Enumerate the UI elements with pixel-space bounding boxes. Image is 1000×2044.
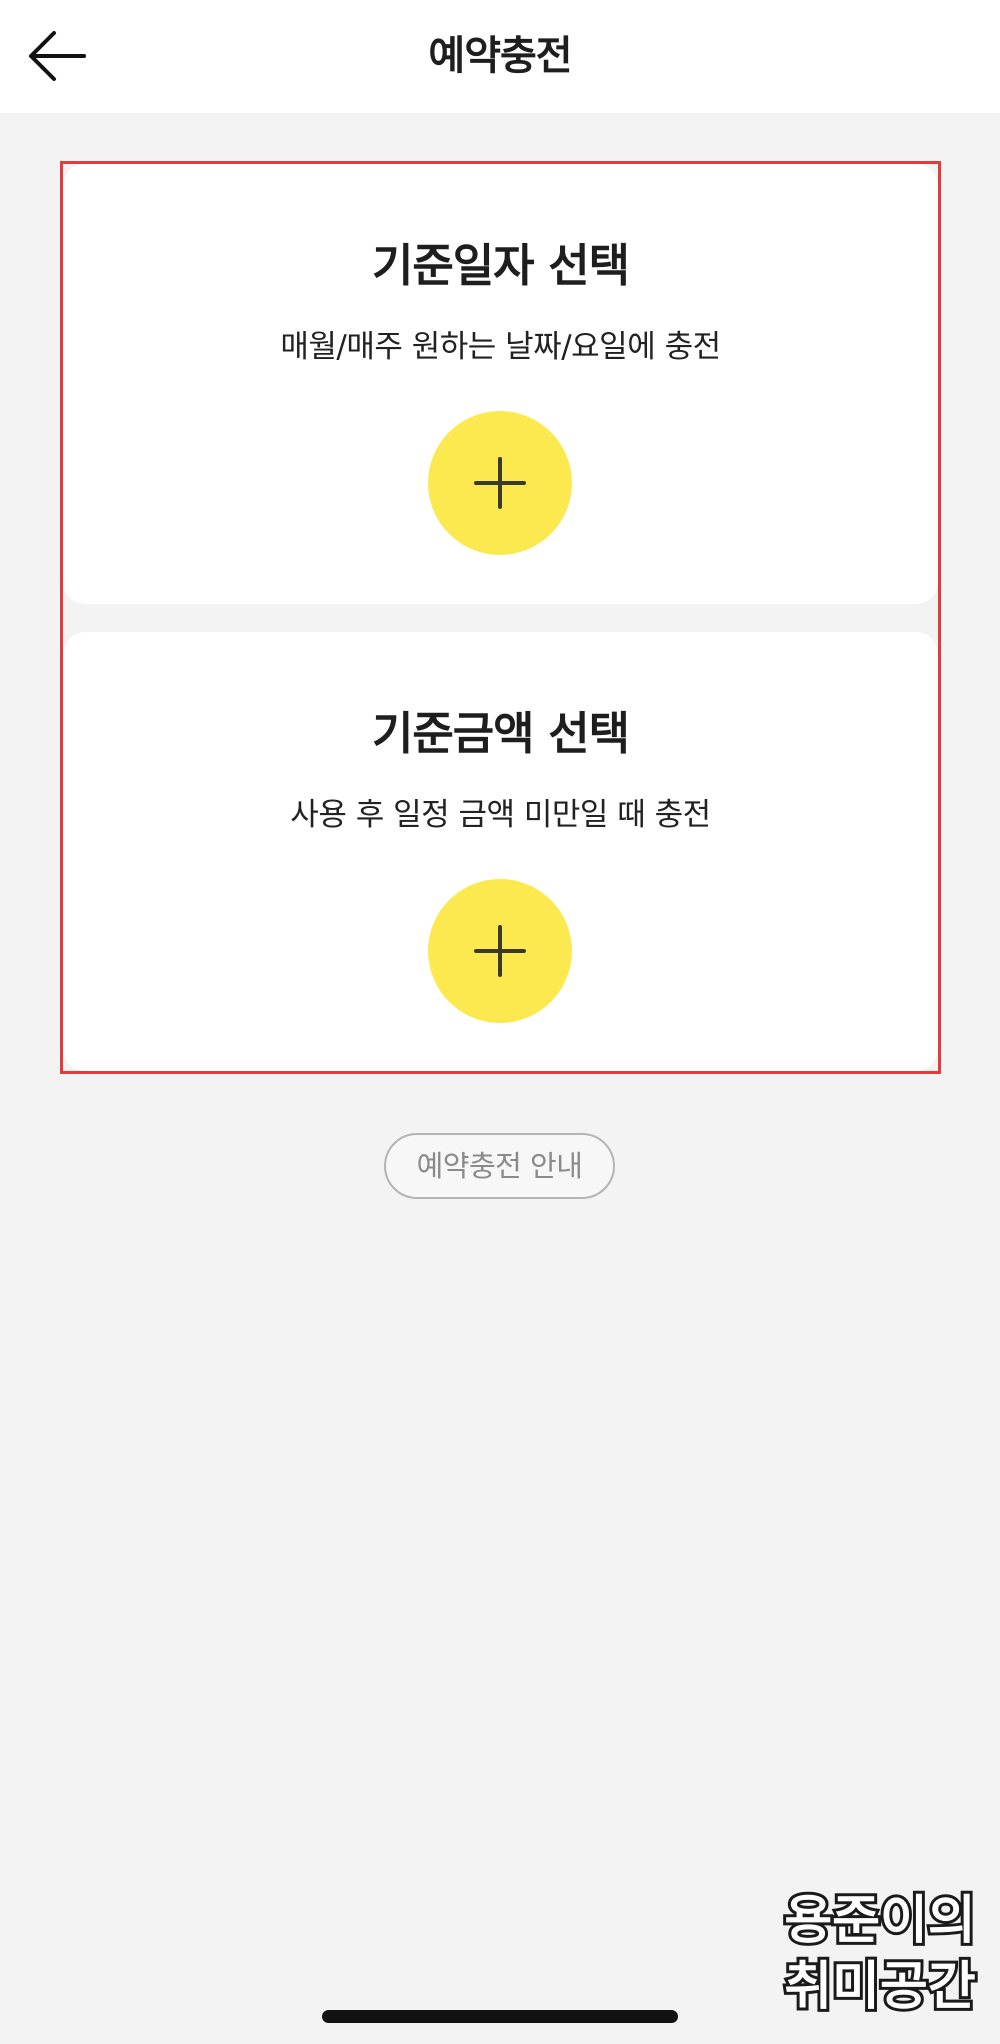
home-indicator (322, 2010, 678, 2023)
watermark-line-2: 취미공간 (784, 1957, 975, 2017)
card-title-date: 기준일자 선택 (371, 239, 630, 292)
card-title-amount: 기준금액 선택 (371, 707, 630, 760)
card-description-amount: 사용 후 일정 금액 미만일 때 충전 (290, 797, 711, 833)
watermark-logo: 용준이의 취미공간 (770, 1880, 990, 2020)
plus-icon (474, 925, 526, 977)
page-title: 예약충전 (428, 33, 572, 79)
reservation-guide-button[interactable]: 예약충전 안내 (384, 1133, 615, 1199)
top-app-bar: 예약충전 (0, 0, 1000, 113)
card-description-date: 매월/매주 원하는 날짜/요일에 충전 (280, 329, 721, 365)
watermark-line-1: 용준이의 (784, 1891, 975, 1951)
add-date-button[interactable] (428, 411, 572, 555)
add-amount-button[interactable] (428, 879, 572, 1023)
date-based-card: 기준일자 선택 매월/매주 원하는 날짜/요일에 충전 (63, 164, 938, 604)
plus-icon (474, 457, 526, 509)
amount-based-card: 기준금액 선택 사용 후 일정 금액 미만일 때 충전 (63, 632, 938, 1071)
